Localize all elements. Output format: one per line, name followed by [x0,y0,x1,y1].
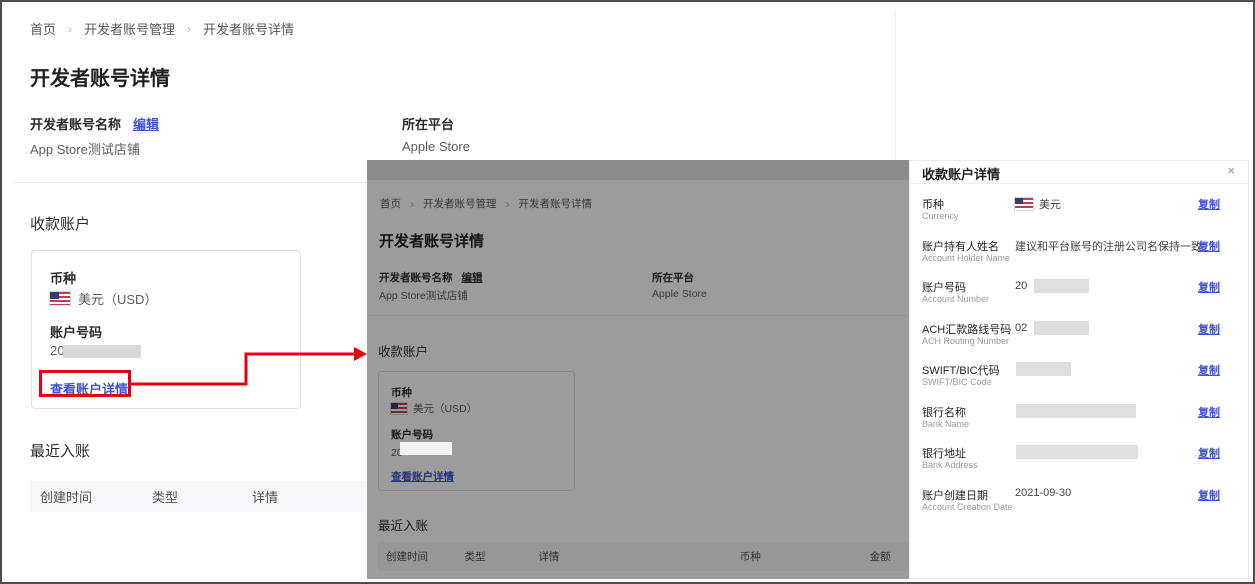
inner-payment-account-card: 币种 美元（USD） 账户号码 20 查看账户详情 [378,371,575,491]
drawer-row: SWIFT/BIC代码 SWIFT/BIC Code 复制 [910,360,1248,402]
drawer-row-value [1015,362,1210,376]
recent-section-title: 最近入账 [30,443,91,460]
redaction-block [1016,362,1071,376]
drawer-row-label: 币种 [922,199,944,211]
drawer-row-value: 2021-09-30 [1015,486,1072,499]
inner-section-divider [367,315,909,316]
account-name-label: 开发者账号名称 [30,117,122,132]
inner-us-flag-icon [390,402,408,415]
inner-redaction-block [400,442,452,455]
inner-payment-section-title: 收款账户 [378,345,429,359]
drawer-row: 银行地址 Bank Address 复制 [910,443,1248,485]
account-number-label: 账户号码 [50,325,103,340]
drawer-row-value: 20 [1015,279,1210,293]
copy-link[interactable]: 复制 [1198,487,1220,503]
inner-page-title: 开发者账号详情 [379,233,485,250]
close-icon[interactable]: × [1227,163,1235,178]
drawer-row-sublabel: ACH Routing Number [922,335,1010,346]
inner-recent-table-header: 创建时间 类型 详情 币种 金额 [378,542,909,571]
drawer-row-sublabel: SWIFT/BIC Code [922,377,992,387]
drawer-row: 币种 Currency 美元 复制 [910,194,1248,236]
screenshot-canvas: 首页 › 开发者账号管理 › 开发者账号详情 开发者账号详情 开发者账号名称 编… [0,0,1255,584]
drawer-row-value: 美元 [1014,196,1210,212]
highlight-red-box [39,370,131,397]
copy-link[interactable]: 复制 [1198,196,1220,212]
inner-view-account-details-link: 查看账户详情 [391,471,454,483]
inner-screenshot: 首页 › 开发者账号管理 › 开发者账号详情 开发者账号详情 开发者账号名称 编… [367,160,1249,579]
content-card-edge [895,10,896,160]
copy-link[interactable]: 复制 [1198,445,1220,461]
inner-breadcrumb: 首页 › 开发者账号管理 › 开发者账号详情 [380,196,592,211]
drawer-row-value: 建议和平台账号的注册公司名保持一致 [1015,240,1202,253]
redaction-block [63,345,142,359]
drawer-row-label: 账户创建日期 [922,489,988,502]
drawer-row-label: 账户持有人姓名 [922,240,999,253]
drawer-row-value: 02 [1015,320,1210,335]
drawer-row: 账户号码 Account Number 20 复制 [910,277,1248,319]
drawer-row-label: 银行名称 [922,406,966,419]
inner-account-name-label: 开发者账号名称 [379,272,453,284]
payment-section-title: 收款账户 [30,216,91,233]
col-created-time: 创建时间 [40,490,93,505]
inner-edit-link: 编辑 [461,272,483,284]
inner-platform-label: 所在平台 [652,272,694,284]
us-flag-icon [1014,197,1034,211]
breadcrumb-separator: › [68,21,73,36]
inner-platform-value: Apple Store [652,288,707,300]
drawer-row-sublabel: Bank Name [922,418,970,429]
copy-link[interactable]: 复制 [1198,321,1220,337]
drawer-header: 收款账户详情 × [910,161,1248,184]
copy-link[interactable]: 复制 [1198,238,1220,254]
drawer-row-value [1015,445,1210,459]
copy-link[interactable]: 复制 [1198,362,1220,378]
us-flag-icon [49,291,71,306]
breadcrumb-account-management[interactable]: 开发者账号管理 [84,19,175,38]
copy-link[interactable]: 复制 [1198,279,1220,295]
account-number-value: 20 [50,343,142,359]
drawer-row-label: SWIFT/BIC代码 [922,365,1000,377]
currency-value: 美元（USD） [78,292,158,307]
breadcrumb-home[interactable]: 首页 [30,19,56,38]
col-detail: 详情 [252,490,279,505]
account-name-value: App Store测试店铺 [30,142,140,157]
inner-dimmed-page: 首页 › 开发者账号管理 › 开发者账号详情 开发者账号详情 开发者账号名称 编… [367,160,909,579]
redaction-block [1034,279,1090,293]
drawer-row-label: 银行地址 [922,448,966,460]
drawer-row-sublabel: Account Holder Name [922,252,1011,263]
drawer-row: 账户持有人姓名 Account Holder Name 建议和平台账号的注册公司名保… [910,236,1248,278]
drawer-row-sublabel: Currency [922,211,959,221]
drawer-row-label: 账户号码 [922,282,966,294]
inner-account-name-value: App Store测试店铺 [379,290,468,302]
page-title: 开发者账号详情 [30,68,170,90]
col-type: 类型 [152,490,179,505]
drawer-row: 银行名称 Bank Name 复制 [910,402,1248,444]
breadcrumb: 首页 › 开发者账号管理 › 开发者账号详情 [30,19,294,38]
drawer-row-sublabel: Account Creation Date [922,501,1013,512]
drawer-title: 收款账户详情 [922,167,1001,182]
breadcrumb-account-detail: 开发者账号详情 [203,22,295,37]
copy-link[interactable]: 复制 [1198,404,1220,420]
drawer-row-value [1015,403,1210,418]
drawer-row-sublabel: Bank Address [922,460,978,470]
redaction-block [1016,403,1136,418]
breadcrumb-separator: › [187,21,192,36]
platform-value: Apple Store [402,139,470,154]
redaction-block [1034,320,1090,335]
drawer-row-sublabel: Account Number [922,294,990,304]
inner-page-background-strip [367,160,909,180]
currency-label: 币种 [50,271,77,286]
edit-link[interactable]: 编辑 [133,114,159,133]
account-details-drawer: 收款账户详情 × 币种 Currency 美元 复制 账户持有人姓名 Account Ho… [909,160,1249,579]
redaction-block [1016,445,1138,459]
inner-recent-section-title: 最近入账 [378,519,429,533]
platform-label: 所在平台 [402,117,455,132]
drawer-row: 账户创建日期 Account Creation Date 2021-09-30 复制 [910,485,1248,527]
drawer-row: ACH汇款路线号码 ACH Routing Number 02 复制 [910,319,1248,361]
drawer-row-label: ACH汇款路线号码 [922,323,1012,336]
recent-table-header: 创建时间 类型 详情 [30,481,367,512]
